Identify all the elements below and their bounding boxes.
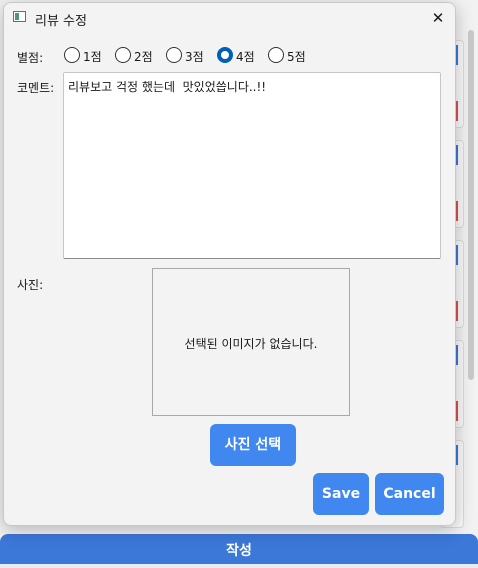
radio-button-icon[interactable] (217, 47, 233, 63)
radio-label: 3점 (185, 50, 204, 64)
radio-label: 4점 (236, 50, 255, 64)
title-bar: 리뷰 수정 ✕ (4, 3, 455, 33)
radio-button-icon[interactable] (166, 47, 182, 63)
photo-label: 사진: (17, 278, 44, 292)
comment-text: 리뷰보고 걱정 했는데 맛있었씁니다..!! (68, 80, 267, 94)
save-button[interactable]: Save (313, 473, 369, 515)
photo-preview: 선택된 이미지가 없습니다. (152, 268, 350, 416)
window-title: 리뷰 수정 (35, 14, 87, 29)
radio-label: 1점 (83, 50, 102, 64)
app-icon (13, 11, 26, 22)
cancel-button[interactable]: Cancel (375, 473, 444, 515)
select-photo-button[interactable]: 사진 선택 (210, 424, 296, 466)
comment-label: 코멘트: (17, 81, 55, 95)
radio-label: 2점 (134, 50, 153, 64)
rating-label: 별점: (17, 51, 44, 65)
radio-button-icon[interactable] (64, 47, 80, 63)
photo-empty-text: 선택된 이미지가 없습니다. (184, 337, 318, 351)
close-icon[interactable]: ✕ (424, 6, 452, 30)
background-submit-button[interactable]: 작성 (0, 534, 478, 564)
comment-textarea[interactable]: 리뷰보고 걱정 했는데 맛있었씁니다..!! (63, 72, 441, 259)
background-scrollbar[interactable] (468, 30, 474, 380)
radio-button-icon[interactable] (115, 47, 131, 63)
radio-button-icon[interactable] (268, 47, 284, 63)
review-edit-dialog: 리뷰 수정 ✕ 별점: 1점 2점 3점 4점 5점 코멘트: 리뷰보고 걱정 … (3, 2, 456, 526)
radio-label: 5점 (287, 50, 306, 64)
